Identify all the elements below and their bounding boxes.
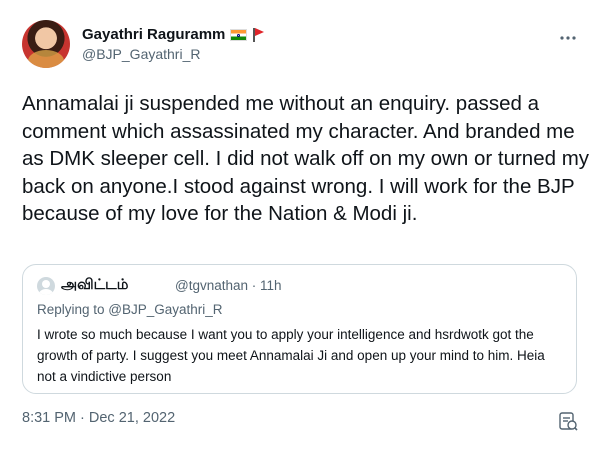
india-flag-icon xyxy=(230,28,248,41)
analytics-svg xyxy=(559,412,578,431)
quoted-author-name: அவிட்டம் xyxy=(61,277,129,293)
more-dots-svg xyxy=(560,36,576,40)
red-flag-icon xyxy=(252,27,265,42)
tweet-text: Annamalai ji suspended me without an enq… xyxy=(22,92,590,225)
quoted-author-meta: @tgvnathan · 11h xyxy=(175,278,282,293)
avatar-scarf xyxy=(28,50,64,68)
quoted-tweet[interactable]: அவிட்டம் @tgvnathan · 11h Replying to @B… xyxy=(22,264,577,394)
quoted-avatar[interactable] xyxy=(37,277,55,295)
tweet-timestamp[interactable]: 8:31 PM · Dec 21, 2022 xyxy=(22,410,175,426)
author-name-row[interactable]: Gayathri Raguramm xyxy=(82,26,265,43)
author-name[interactable]: Gayathri Raguramm xyxy=(82,26,225,43)
tweet-card: Gayathri Raguramm @BJP_Gayathri_R Annama… xyxy=(0,0,600,463)
more-icon[interactable] xyxy=(558,28,578,53)
author-avatar[interactable] xyxy=(22,20,70,68)
author-handle[interactable]: @BJP_Gayathri_R xyxy=(82,46,200,62)
analytics-icon[interactable] xyxy=(557,410,579,432)
quoted-replying-to: Replying to @BJP_Gayathri_R xyxy=(37,302,223,317)
quoted-text: I wrote so much because I want you to ap… xyxy=(37,327,545,384)
